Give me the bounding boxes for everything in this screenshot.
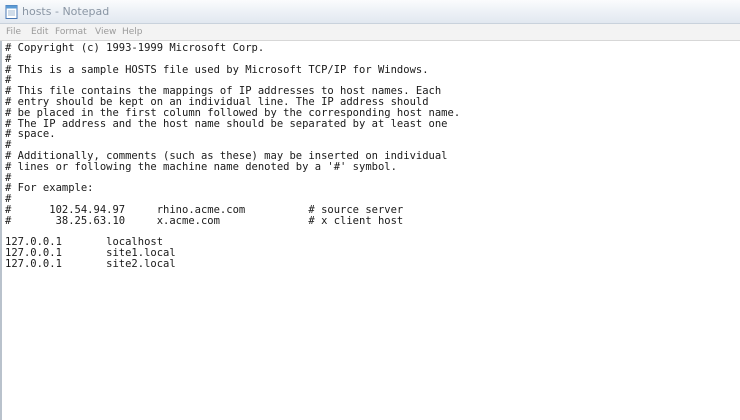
menu-file[interactable]: File (6, 26, 21, 38)
title-bar[interactable]: hosts - Notepad (0, 0, 740, 24)
menu-edit[interactable]: Edit (31, 26, 48, 38)
document-text[interactable]: # Copyright (c) 1993-1999 Microsoft Corp… (5, 43, 460, 270)
menu-help[interactable]: Help (122, 26, 143, 38)
menu-bar: File Edit Format View Help (0, 24, 740, 41)
text-editor[interactable]: # Copyright (c) 1993-1999 Microsoft Corp… (0, 41, 740, 420)
window-title: hosts - Notepad (22, 5, 110, 18)
notepad-window: hosts - Notepad File Edit Format View He… (0, 0, 740, 420)
menu-format[interactable]: Format (55, 26, 87, 38)
notepad-icon (5, 5, 18, 19)
menu-view[interactable]: View (95, 26, 116, 38)
